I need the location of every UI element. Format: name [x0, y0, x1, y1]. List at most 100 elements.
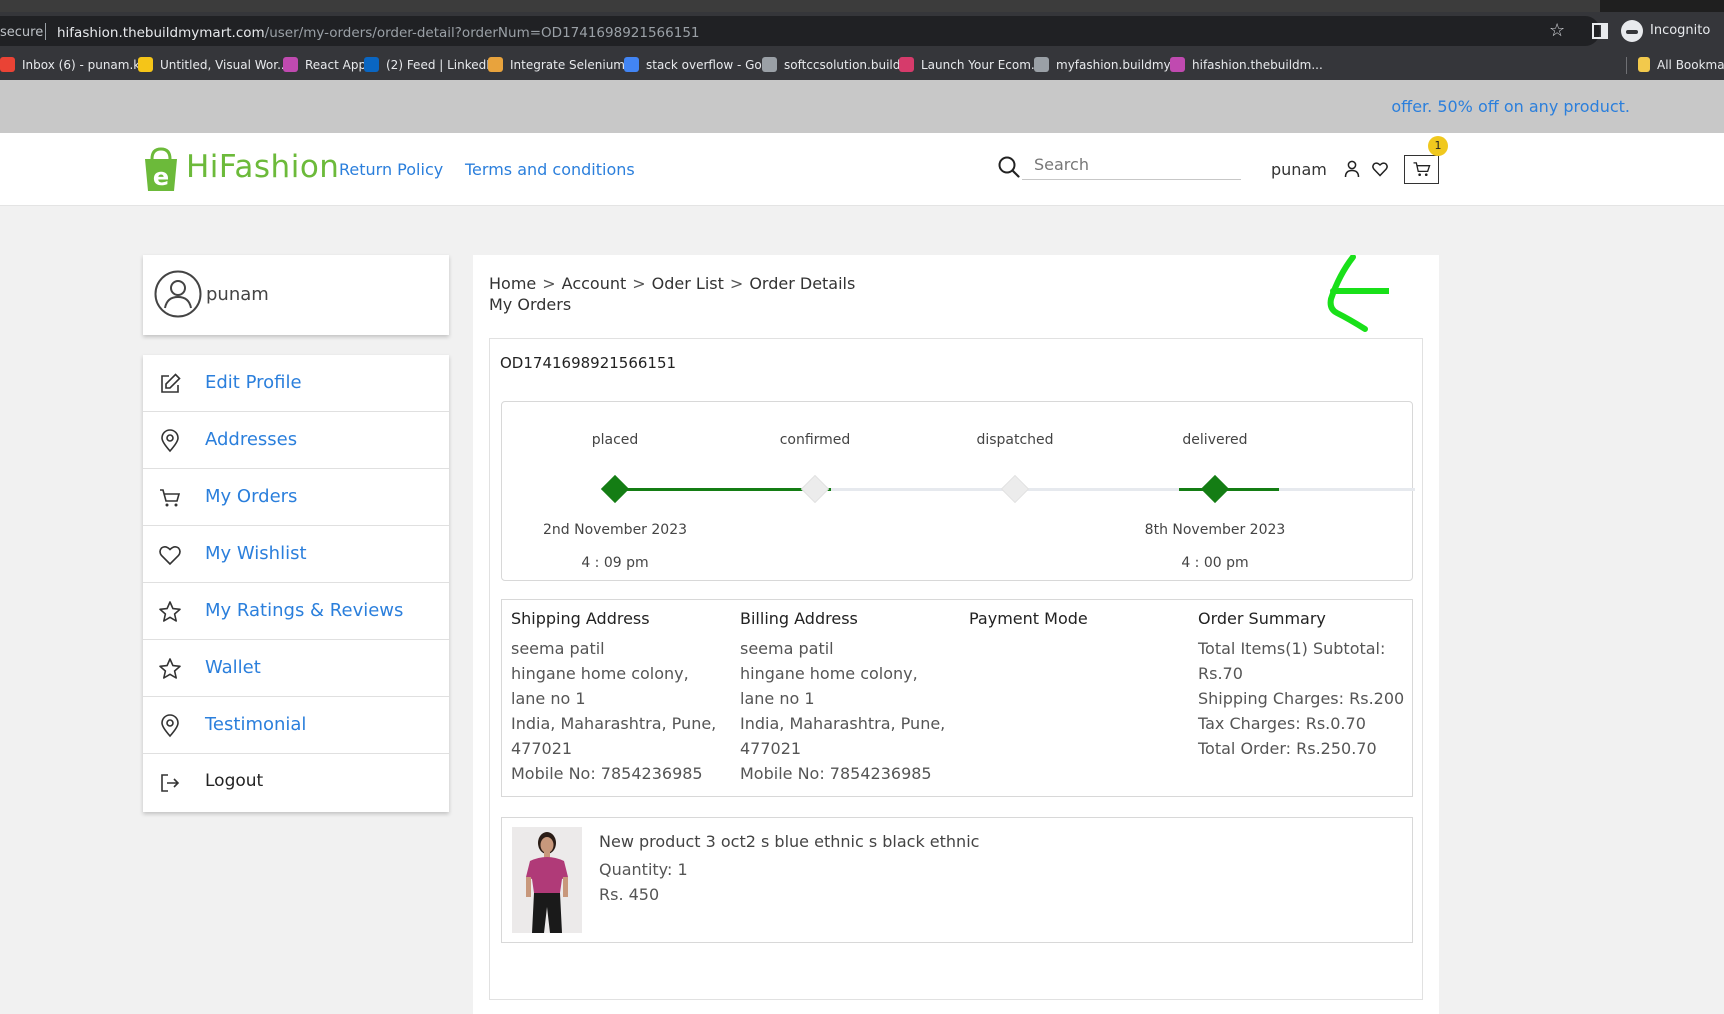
- product-price: Rs. 450: [599, 885, 660, 904]
- page-title: My Orders: [489, 295, 572, 314]
- order-tracker: placed 2nd November 2023 4 : 09 pm confirme…: [501, 401, 1415, 581]
- address-line: lane no 1: [740, 689, 815, 708]
- url-divider: [45, 23, 46, 40]
- bookmark-item[interactable]: Integrate Selenium...: [488, 57, 636, 72]
- url-text[interactable]: hifashion.thebuildmymart.com/user/my-ord…: [57, 25, 700, 41]
- logo-bag-icon[interactable]: e: [142, 147, 180, 193]
- bookmark-label: Launch Your Ecom...: [921, 57, 1043, 72]
- url-security-label: secure: [0, 25, 44, 40]
- bookmark-item[interactable]: React App: [283, 57, 366, 72]
- browser-toolbar: secure hifashion.thebuildmymart.com/user…: [0, 12, 1724, 50]
- step-label-placed: placed: [591, 432, 639, 448]
- breadcrumb: Home > Account > Oder List > Order Detai…: [489, 274, 855, 293]
- svg-text:e: e: [153, 163, 169, 191]
- logo-text[interactable]: HiFashion: [186, 149, 339, 185]
- order-summary: Order Summary Total Items(1) Subtotal: R…: [1198, 609, 1410, 761]
- bookmark-item[interactable]: (2) Feed | LinkedIn: [364, 57, 497, 72]
- search-input[interactable]: [1022, 150, 1241, 180]
- product-image[interactable]: [512, 827, 582, 933]
- user-icon[interactable]: [1344, 160, 1360, 178]
- bookmark-item[interactable]: softccsolution.build...: [762, 57, 912, 72]
- shipping-address: Shipping Address seema patil hingane hom…: [511, 609, 726, 786]
- bookmark-star-icon[interactable]: ☆: [1549, 22, 1567, 40]
- all-bookmarks-folder[interactable]: All Bookmar: [1638, 57, 1724, 72]
- bookmark-item[interactable]: hifashion.thebuildm...: [1170, 57, 1323, 72]
- search-icon[interactable]: [998, 156, 1020, 178]
- address-line: India, Maharashtra, Pune,: [740, 714, 946, 733]
- site-header: e HiFashion Return Policy Terms and cond…: [0, 133, 1724, 206]
- breadcrumb-home[interactable]: Home: [489, 274, 536, 293]
- address-bar[interactable]: secure hifashion.thebuildmymart.com/user…: [0, 16, 1600, 46]
- order-details-panel: Home > Account > Oder List > Order Detai…: [473, 255, 1439, 1014]
- annotation-arrow: [1327, 255, 1389, 332]
- bookmark-label: hifashion.thebuildm...: [1192, 57, 1323, 72]
- order-info: Shipping Address seema patil hingane hom…: [501, 599, 1413, 797]
- offer-text: offer. 50% off on any product.: [1391, 97, 1630, 116]
- product-name[interactable]: New product 3 oct2 s blue ethnic s black…: [599, 832, 979, 851]
- bookmark-item[interactable]: Launch Your Ecom...: [899, 57, 1042, 72]
- bookmark-label: Untitled, Visual Wor...: [160, 57, 289, 72]
- billing-address: Billing Address seema patil hingane home…: [740, 609, 955, 786]
- bookmark-item[interactable]: stack overflow - Go...: [624, 57, 773, 72]
- avatar-icon: [154, 270, 202, 318]
- breadcrumb-account[interactable]: Account: [562, 274, 627, 293]
- breadcrumb-separator: >: [729, 274, 744, 293]
- menu-logout[interactable]: Logout: [143, 754, 449, 811]
- star-icon: [159, 601, 181, 622]
- cart-button[interactable]: [1404, 155, 1439, 184]
- bookmark-label: (2) Feed | LinkedIn: [386, 57, 498, 72]
- cart-icon: [160, 489, 181, 507]
- address-line: seema patil: [511, 639, 605, 658]
- step-marker-delivered: [1200, 474, 1230, 504]
- payment-mode: Payment Mode: [969, 609, 1184, 636]
- bookmark-label: stack overflow - Go...: [646, 57, 773, 72]
- address-line: Mobile No: 7854236985: [511, 764, 703, 783]
- bookmark-item[interactable]: myfashion.buildmy...: [1034, 57, 1180, 72]
- bookmark-item[interactable]: Untitled, Visual Wor...: [138, 57, 289, 72]
- bookmark-label: React App: [305, 57, 367, 72]
- step-date: 8th November 2023: [1144, 522, 1286, 538]
- menu-wallet[interactable]: Wallet: [143, 640, 449, 697]
- url-path: /user/my-orders/order-detail?orderNum=OD…: [264, 25, 700, 41]
- menu-label: Testimonial: [205, 714, 307, 735]
- logout-icon: [161, 774, 180, 792]
- order-product: New product 3 oct2 s blue ethnic s black…: [501, 817, 1413, 943]
- step-marker-placed: [600, 474, 630, 504]
- address-line: 477021: [740, 739, 802, 758]
- menu-ratings-reviews[interactable]: My Ratings & Reviews: [143, 583, 449, 640]
- location-pin-icon: [161, 714, 179, 738]
- side-panel-icon[interactable]: [1592, 23, 1608, 39]
- menu-testimonial[interactable]: Testimonial: [143, 697, 449, 754]
- bookmark-favicon-icon: [899, 57, 914, 72]
- bookmark-item[interactable]: Inbox (6) - punam.k...: [0, 57, 152, 72]
- header-user-name[interactable]: punam: [1271, 160, 1327, 179]
- nav-terms[interactable]: Terms and conditions: [465, 160, 635, 179]
- incognito-icon[interactable]: [1621, 20, 1643, 42]
- step-time: 4 : 00 pm: [1181, 555, 1249, 571]
- breadcrumb-order-details: Order Details: [749, 274, 856, 293]
- bookmarks-divider: [1626, 57, 1627, 74]
- bookmark-favicon-icon: [364, 57, 379, 72]
- edit-icon: [161, 373, 181, 393]
- order-box: OD1741698921566151 placed 2nd November 20…: [489, 338, 1423, 1000]
- wishlist-heart-icon[interactable]: [1372, 161, 1388, 177]
- incognito-label[interactable]: Incognito: [1650, 23, 1710, 38]
- active-tab[interactable]: [0, 0, 1600, 12]
- step-label-dispatched: dispatched: [976, 432, 1054, 448]
- menu-my-wishlist[interactable]: My Wishlist: [143, 526, 449, 583]
- summary-line: Rs.70: [1198, 664, 1243, 683]
- address-line: India, Maharashtra, Pune,: [511, 714, 717, 733]
- nav-return-policy[interactable]: Return Policy: [339, 160, 443, 179]
- menu-addresses[interactable]: Addresses: [143, 412, 449, 469]
- menu-my-orders[interactable]: My Orders: [143, 469, 449, 526]
- track-segment-pending: [1015, 488, 1199, 491]
- summary-heading: Order Summary: [1198, 609, 1326, 628]
- bookmark-favicon-icon: [0, 57, 15, 72]
- breadcrumb-order-list[interactable]: Oder List: [652, 274, 724, 293]
- menu-label: Logout: [205, 771, 264, 791]
- menu-edit-profile[interactable]: Edit Profile: [143, 355, 449, 412]
- summary-line: Shipping Charges: Rs.200: [1198, 689, 1405, 708]
- menu-label: Addresses: [205, 429, 298, 450]
- step-label-delivered: delivered: [1182, 432, 1248, 448]
- location-pin-icon: [161, 429, 179, 453]
